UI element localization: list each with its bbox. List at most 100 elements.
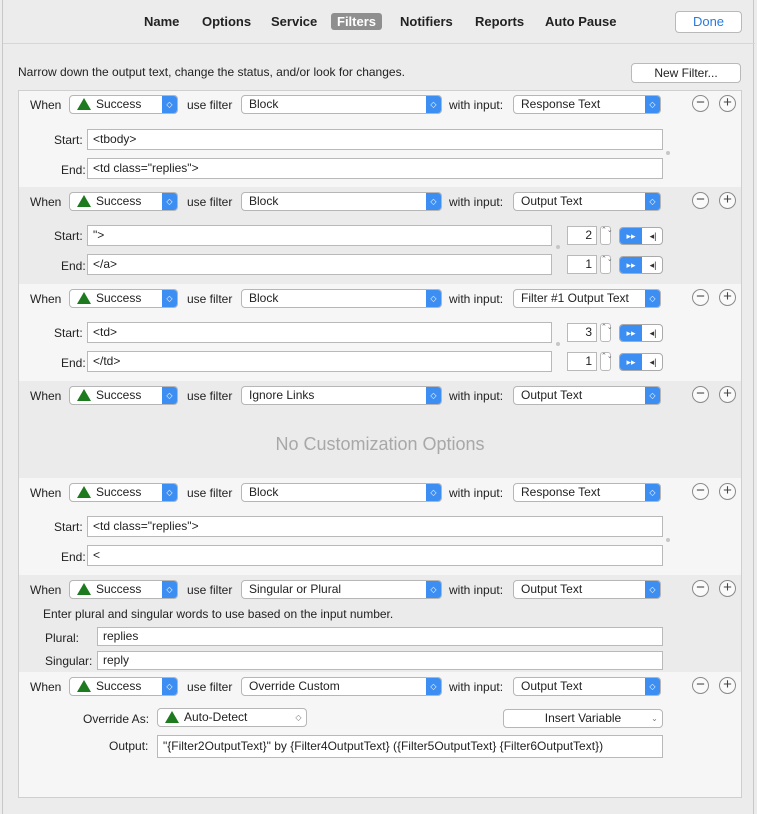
end-field[interactable]: <	[87, 545, 663, 566]
input-source-popup[interactable]: Output Text ◇	[513, 386, 661, 405]
filter-type-popup[interactable]: Block ◇	[241, 483, 442, 502]
end-count-field[interactable]: 1	[567, 255, 597, 274]
output-field[interactable]: "{Filter2OutputText}" by {Filter4OutputT…	[157, 735, 663, 758]
end-field[interactable]: <td class="replies">	[87, 158, 663, 179]
remove-filter-button[interactable]: −	[692, 677, 709, 694]
end-count-stepper[interactable]: ⌃⌄	[600, 352, 613, 371]
filter-type-popup[interactable]: Override Custom ◇	[241, 677, 442, 696]
tab-reports[interactable]: Reports	[475, 13, 524, 30]
filter-type-popup[interactable]: Block ◇	[241, 95, 442, 114]
tab-name[interactable]: Name	[144, 13, 179, 30]
input-source-popup[interactable]: Output Text ◇	[513, 580, 661, 599]
popup-arrow-icon: ◇	[162, 581, 177, 598]
tab-notifiers[interactable]: Notifiers	[400, 13, 453, 30]
include-left-icon[interactable]: ◂|	[642, 228, 662, 244]
start-direction-toggle[interactable]: ▸▸ ◂|	[619, 324, 663, 342]
filter-type-popup[interactable]: Block ◇	[241, 192, 442, 211]
success-icon	[77, 389, 91, 401]
plural-field[interactable]: replies	[97, 627, 663, 646]
add-filter-button[interactable]: +	[719, 677, 736, 694]
remove-filter-button[interactable]: −	[692, 95, 709, 112]
end-field[interactable]: </td>	[87, 351, 552, 372]
resize-handle[interactable]	[666, 538, 670, 542]
end-field[interactable]: </a>	[87, 254, 552, 275]
end-count-field[interactable]: 1	[567, 352, 597, 371]
start-field[interactable]: <tbody>	[87, 129, 663, 150]
include-right-icon[interactable]: ▸▸	[620, 228, 642, 244]
tab-auto-pause[interactable]: Auto Pause	[545, 13, 617, 30]
add-filter-button[interactable]: +	[719, 192, 736, 209]
remove-filter-button[interactable]: −	[692, 483, 709, 500]
end-count-stepper[interactable]: ⌃⌄	[600, 255, 613, 274]
filter-type-popup[interactable]: Ignore Links ◇	[241, 386, 442, 405]
include-left-icon[interactable]: ◂|	[642, 325, 662, 341]
popup-arrow-icon: ◇	[162, 96, 177, 113]
remove-filter-button[interactable]: −	[692, 289, 709, 306]
popup-arrow-icon: ◇	[645, 484, 660, 501]
add-filter-button[interactable]: +	[719, 289, 736, 306]
popup-arrow-icon: ◇	[645, 290, 660, 307]
status-popup[interactable]: Success ◇	[69, 386, 178, 405]
status-popup[interactable]: Success ◇	[69, 677, 178, 696]
add-filter-button[interactable]: +	[719, 483, 736, 500]
end-direction-toggle[interactable]: ▸▸ ◂|	[619, 353, 663, 371]
add-filter-button[interactable]: +	[719, 95, 736, 112]
input-source-popup[interactable]: Response Text ◇	[513, 95, 661, 114]
done-button[interactable]: Done	[675, 11, 742, 33]
popup-arrow-icon: ◇	[426, 678, 441, 695]
filter-type-popup[interactable]: Singular or Plural ◇	[241, 580, 442, 599]
input-source-popup[interactable]: Filter #1 Output Text ◇	[513, 289, 661, 308]
start-field[interactable]: <td class="replies">	[87, 516, 663, 537]
status-popup[interactable]: Success ◇	[69, 95, 178, 114]
resize-handle[interactable]	[556, 245, 560, 249]
input-source-popup[interactable]: Response Text ◇	[513, 483, 661, 502]
tab-options[interactable]: Options	[202, 13, 251, 30]
include-left-icon[interactable]: ◂|	[642, 257, 662, 273]
new-filter-button[interactable]: New Filter...	[631, 63, 741, 83]
include-right-icon[interactable]: ▸▸	[620, 325, 642, 341]
filter-list: When Success ◇ use filter Block ◇ with inp…	[18, 90, 742, 798]
status-popup[interactable]: Success ◇	[69, 192, 178, 211]
remove-filter-button[interactable]: −	[692, 192, 709, 209]
status-popup[interactable]: Success ◇	[69, 289, 178, 308]
use-filter-label: use filter	[187, 680, 233, 694]
start-label: Start:	[54, 520, 83, 534]
with-input-label: with input:	[449, 486, 504, 500]
use-filter-label: use filter	[187, 389, 233, 403]
popup-arrow-icon: ◇	[645, 193, 660, 210]
add-filter-button[interactable]: +	[719, 386, 736, 403]
popup-arrow-icon: ◇	[426, 387, 441, 404]
input-source-popup[interactable]: Output Text ◇	[513, 192, 661, 211]
include-left-icon[interactable]: ◂|	[642, 354, 662, 370]
start-count-field[interactable]: 2	[567, 226, 597, 245]
start-count-stepper[interactable]: ⌃⌄	[600, 323, 613, 342]
status-popup[interactable]: Success ◇	[69, 483, 178, 502]
start-count-stepper[interactable]: ⌃⌄	[600, 226, 613, 245]
success-icon	[77, 583, 91, 595]
end-direction-toggle[interactable]: ▸▸ ◂|	[619, 256, 663, 274]
insert-variable-popup[interactable]: Insert Variable ⌄	[503, 709, 663, 728]
popup-arrow-icon: ◇	[426, 193, 441, 210]
include-right-icon[interactable]: ▸▸	[620, 354, 642, 370]
override-as-popup[interactable]: Auto-Detect ◇	[157, 708, 307, 727]
include-right-icon[interactable]: ▸▸	[620, 257, 642, 273]
success-icon	[77, 486, 91, 498]
popup-arrow-icon: ◇	[645, 678, 660, 695]
start-field[interactable]: <td>	[87, 322, 552, 343]
add-filter-button[interactable]: +	[719, 580, 736, 597]
end-label: End:	[61, 550, 86, 564]
start-direction-toggle[interactable]: ▸▸ ◂|	[619, 227, 663, 245]
filter-type-popup[interactable]: Block ◇	[241, 289, 442, 308]
end-label: End:	[61, 163, 86, 177]
remove-filter-button[interactable]: −	[692, 580, 709, 597]
tab-filters[interactable]: Filters	[331, 13, 383, 30]
tab-service[interactable]: Service	[271, 13, 317, 30]
start-count-field[interactable]: 3	[567, 323, 597, 342]
input-source-popup[interactable]: Output Text ◇	[513, 677, 661, 696]
remove-filter-button[interactable]: −	[692, 386, 709, 403]
resize-handle[interactable]	[556, 342, 560, 346]
resize-handle[interactable]	[666, 151, 670, 155]
singular-field[interactable]: reply	[97, 651, 663, 670]
start-field[interactable]: ">	[87, 225, 552, 246]
status-popup[interactable]: Success ◇	[69, 580, 178, 599]
